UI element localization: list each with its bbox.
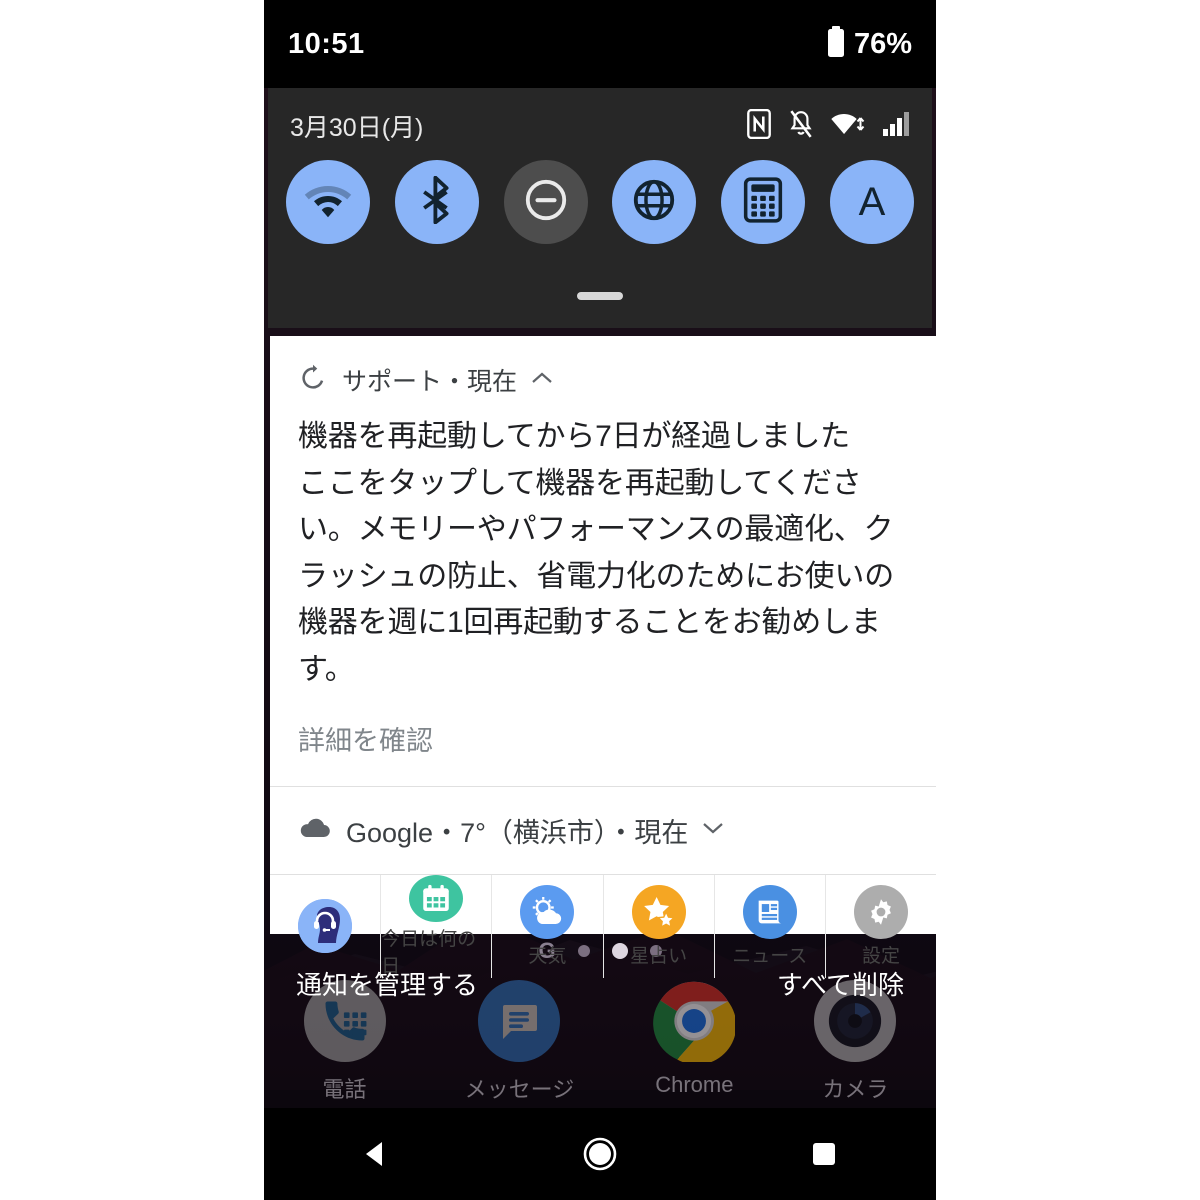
internet-tile[interactable] xyxy=(612,160,697,244)
support-agent-icon xyxy=(298,898,353,953)
shortcut-label: 今日は何の日 xyxy=(381,929,477,977)
nfc-icon xyxy=(746,108,772,144)
weather-text: Google・7°（横浜市）・現在 xyxy=(346,818,689,848)
notification-details-link[interactable]: 詳細を確認 xyxy=(270,693,936,758)
notification-text: ここをタップして機器を再起動してください。メモリーやパフォーマンスの最適化、クラ… xyxy=(298,466,894,686)
drag-handle[interactable] xyxy=(577,292,623,300)
shortcut-label: 星占い xyxy=(630,946,688,967)
notification-title: 機器を再起動してから7日が経過しました xyxy=(298,420,850,453)
do-not-disturb-icon xyxy=(523,177,569,228)
navigation-bar xyxy=(264,1108,936,1200)
shortcut-settings[interactable]: 設定 xyxy=(824,875,936,978)
bluetooth-tile[interactable] xyxy=(394,160,479,244)
chevron-down-icon[interactable] xyxy=(702,821,724,840)
recents-icon[interactable] xyxy=(779,1109,869,1199)
shortcut-label: 天気 xyxy=(528,946,567,967)
weather-sun-cloud-icon xyxy=(520,885,575,939)
shortcut-news[interactable]: ニュース xyxy=(713,875,825,978)
status-bar-clock: 10:51 xyxy=(288,27,365,60)
back-icon[interactable] xyxy=(331,1109,421,1199)
shortcut-label: ニュース xyxy=(732,946,808,967)
notification-app-label: サポート・現在 xyxy=(342,368,518,396)
shortcut-weather[interactable]: 天気 xyxy=(491,875,602,978)
globe-icon xyxy=(631,177,677,228)
cloud-icon xyxy=(298,816,332,845)
shortcut-label: 設定 xyxy=(861,946,900,967)
restart-icon xyxy=(298,363,328,398)
dock-label-messages: メッセージ xyxy=(464,1077,575,1102)
wifi-icon xyxy=(830,110,866,143)
status-bar-right: 76% xyxy=(826,25,912,63)
letter-a-icon: A xyxy=(858,179,886,224)
notifications-muted-icon xyxy=(788,109,814,144)
calculator-tile[interactable] xyxy=(721,160,806,244)
cellular-signal-icon xyxy=(882,111,910,142)
star-icon xyxy=(631,885,686,939)
status-bar: 10:51 76% xyxy=(264,0,936,88)
phone-screen: 電話 メッセージ Chrome カメラ G 通知を管理する すべて削除 10:5… xyxy=(264,0,936,1200)
quick-settings-header: 3月30日(月) xyxy=(268,88,932,148)
bluetooth-icon xyxy=(416,175,458,229)
dock-label-chrome: Chrome xyxy=(655,1072,734,1097)
news-icon xyxy=(742,885,797,939)
battery-percent: 76% xyxy=(853,27,912,60)
do-not-disturb-tile[interactable] xyxy=(503,160,588,244)
chevron-up-icon[interactable] xyxy=(531,371,553,390)
quick-settings-tiles: A xyxy=(268,148,932,244)
notification-card: サポート・現在 機器を再起動してから7日が経過しました ここをタップして機器を再… xyxy=(270,336,936,978)
gear-icon xyxy=(853,885,908,939)
calculator-icon xyxy=(743,176,783,228)
shortcut-today[interactable]: 今日は何の日 xyxy=(380,875,491,978)
shortcut-support[interactable] xyxy=(270,875,380,978)
shortcut-horoscope[interactable]: 星占い xyxy=(602,875,714,978)
wifi-tile[interactable] xyxy=(286,160,370,244)
shortcut-row: 今日は何の日 天気 星占い ニュース 設定 xyxy=(270,874,936,978)
weather-notification[interactable]: Google・7°（横浜市）・現在 xyxy=(270,787,936,874)
auto-rotate-tile[interactable]: A xyxy=(829,160,914,244)
calendar-icon xyxy=(409,875,464,922)
notification-header[interactable]: サポート・現在 xyxy=(270,336,936,398)
home-icon[interactable] xyxy=(555,1109,645,1199)
quick-settings-date: 3月30日(月) xyxy=(290,114,424,142)
quick-settings-system-icons xyxy=(746,108,910,144)
dock-label-phone: 電話 xyxy=(322,1077,367,1102)
quick-settings-panel: 3月30日(月) A xyxy=(268,88,932,328)
dock-label-camera: カメラ xyxy=(822,1077,889,1102)
wifi-icon xyxy=(304,181,352,224)
battery-icon xyxy=(826,25,846,63)
notification-content[interactable]: 機器を再起動してから7日が経過しました ここをタップして機器を再起動してください… xyxy=(270,398,936,693)
